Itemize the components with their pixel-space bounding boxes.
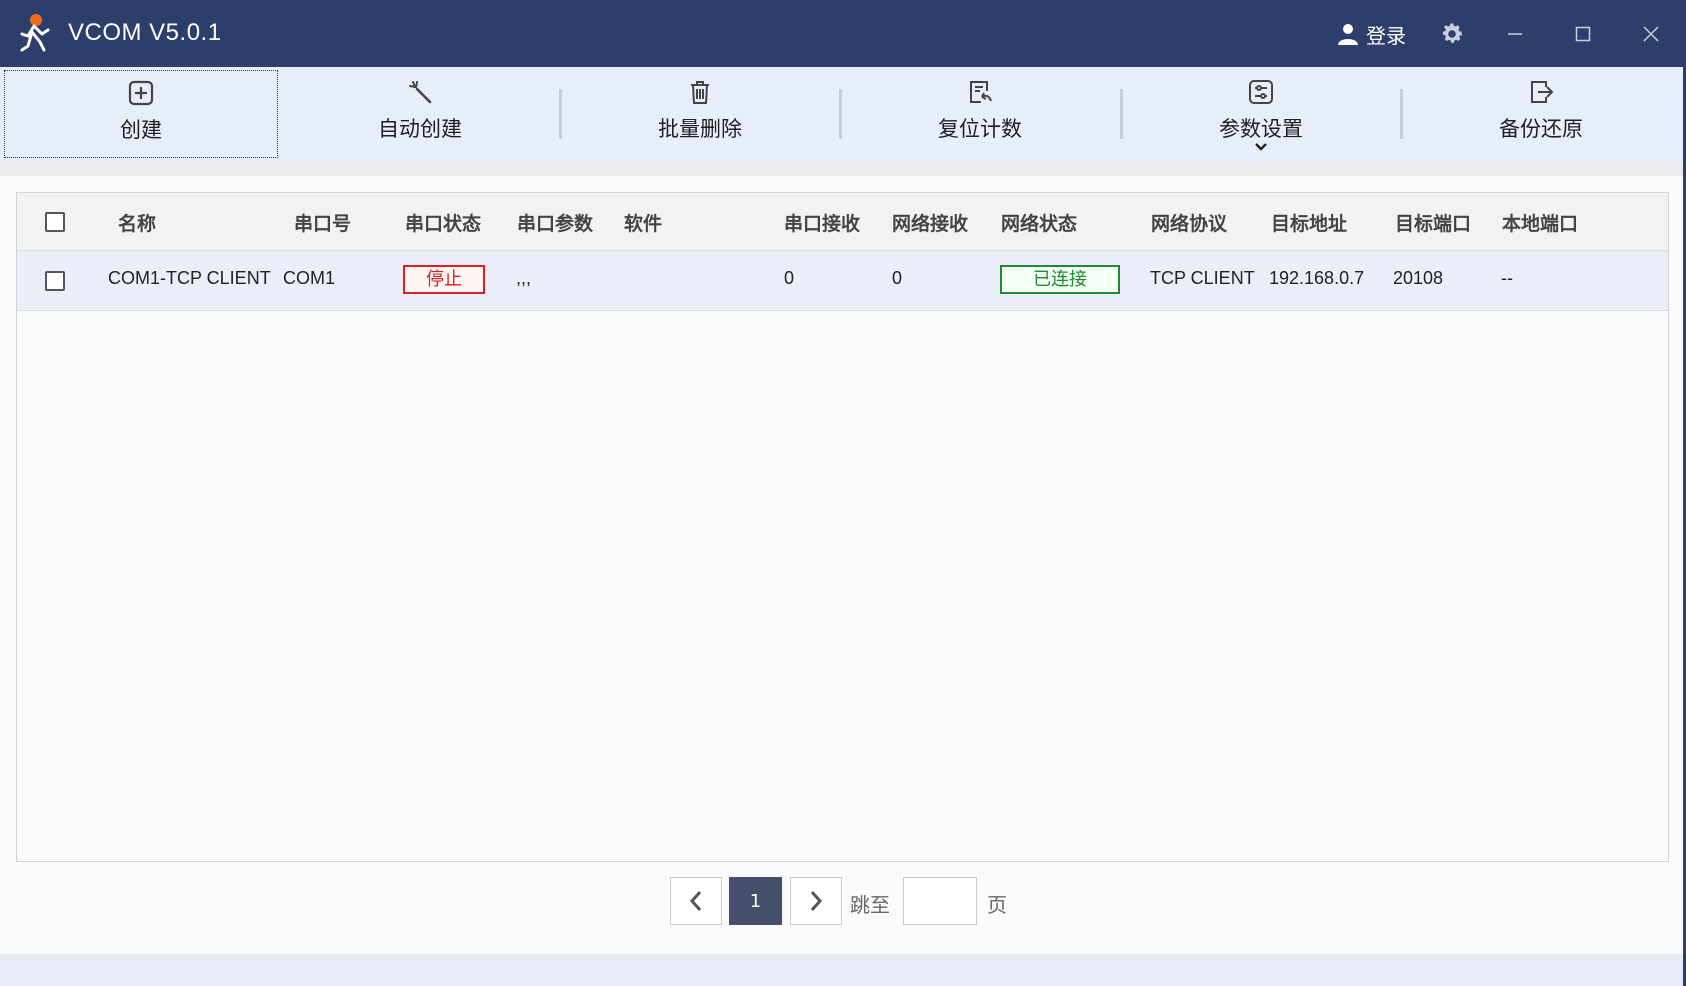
batch-delete-button[interactable]: 批量删除 — [563, 70, 837, 158]
auto-create-button[interactable]: 自动创建 — [283, 70, 557, 158]
close-icon — [1643, 26, 1659, 42]
title-bar: VCOM V5.0.1 登录 — [0, 0, 1686, 67]
magic-wand-icon — [406, 78, 434, 106]
app-title: VCOM V5.0.1 — [68, 19, 222, 46]
reset-counter-button[interactable]: 复位计数 — [843, 70, 1117, 158]
batch-delete-label: 批量删除 — [658, 117, 742, 141]
cell-net-rx: 0 — [892, 268, 903, 288]
chevron-right-icon — [810, 891, 823, 911]
header-name[interactable]: 名称 — [118, 209, 156, 236]
toolbar-separator — [559, 89, 562, 139]
param-settings-label: 参数设置 — [1219, 117, 1303, 141]
app-logo-icon — [20, 14, 50, 52]
cell-port-params: ,,, — [516, 268, 532, 288]
table-header: 名称 串口号 串口状态 串口参数 软件 串口接收 网络接收 网络状态 网络协议 … — [17, 193, 1668, 251]
header-port[interactable]: 串口号 — [294, 209, 351, 236]
chevron-down-icon — [1255, 143, 1267, 151]
port-status-badge[interactable]: 停止 — [403, 265, 485, 294]
create-label: 创建 — [120, 118, 162, 142]
chevron-left-icon — [689, 891, 702, 911]
header-port-params[interactable]: 串口参数 — [517, 209, 593, 236]
header-protocol[interactable]: 网络协议 — [1151, 209, 1227, 236]
table-row[interactable]: COM1-TCP CLIENT COM1 停止 ,,, 0 0 已连接 TCP … — [17, 251, 1668, 311]
cell-target-port: 20108 — [1393, 268, 1444, 288]
user-icon — [1338, 24, 1358, 45]
pagination: 1 跳至 页 — [0, 877, 1686, 927]
cell-target-addr: 192.168.0.7 — [1269, 268, 1365, 288]
backup-restore-icon — [1527, 78, 1555, 106]
gear-icon — [1442, 23, 1463, 43]
header-net-rx[interactable]: 网络接收 — [892, 209, 968, 236]
param-settings-button[interactable]: 参数设置 — [1124, 70, 1398, 158]
plus-square-icon — [127, 79, 155, 107]
reset-counter-icon — [966, 78, 994, 106]
create-button[interactable]: 创建 — [4, 70, 278, 158]
prev-page-button[interactable] — [670, 877, 722, 925]
header-port-status[interactable]: 串口状态 — [405, 209, 481, 236]
cell-local-port: -- — [1501, 268, 1513, 288]
reset-counter-label: 复位计数 — [938, 117, 1022, 141]
next-page-button[interactable] — [790, 877, 842, 925]
header-net-status[interactable]: 网络状态 — [1001, 209, 1077, 236]
cell-name: COM1-TCP CLIENT — [108, 268, 271, 288]
backup-restore-button[interactable]: 备份还原 — [1404, 70, 1678, 158]
cell-serial-rx: 0 — [784, 268, 795, 288]
settings-button[interactable] — [1436, 18, 1468, 50]
serial-table: 名称 串口号 串口状态 串口参数 软件 串口接收 网络接收 网络状态 网络协议 … — [16, 192, 1669, 862]
cell-protocol: TCP CLIENT — [1150, 268, 1255, 288]
minimize-icon — [1508, 33, 1522, 35]
cell-port: COM1 — [283, 268, 336, 288]
login-label: 登录 — [1366, 23, 1406, 48]
header-software[interactable]: 软件 — [624, 209, 662, 236]
auto-create-label: 自动创建 — [378, 117, 462, 141]
toolbar-separator — [839, 89, 842, 139]
row-checkbox[interactable] — [45, 271, 65, 291]
minimize-button[interactable] — [1495, 14, 1535, 54]
header-serial-rx[interactable]: 串口接收 — [784, 209, 860, 236]
main-content: 名称 串口号 串口状态 串口参数 软件 串口接收 网络接收 网络状态 网络协议 … — [0, 176, 1686, 954]
close-button[interactable] — [1631, 14, 1671, 54]
page-label: 页 — [987, 893, 1007, 917]
login-button[interactable]: 登录 — [1336, 18, 1406, 50]
header-target-port[interactable]: 目标端口 — [1395, 209, 1471, 236]
toolbar-separator — [1400, 89, 1403, 139]
goto-label: 跳至 — [850, 893, 890, 917]
maximize-icon — [1575, 26, 1591, 42]
trash-icon — [686, 78, 714, 106]
backup-restore-label: 备份还原 — [1499, 117, 1583, 141]
net-status-badge[interactable]: 已连接 — [1000, 265, 1120, 294]
goto-page-input[interactable] — [903, 877, 977, 925]
page-number-current[interactable]: 1 — [729, 877, 782, 925]
select-all-checkbox[interactable] — [45, 212, 65, 232]
toolbar-divider — [0, 162, 1686, 176]
status-bar — [0, 954, 1686, 986]
settings-sliders-icon — [1247, 78, 1275, 106]
header-target-addr[interactable]: 目标地址 — [1271, 209, 1347, 236]
toolbar: 创建 自动创建 批量删除 复位计数 参数设置 备份还原 — [0, 67, 1686, 162]
toolbar-separator — [1120, 89, 1123, 139]
maximize-button[interactable] — [1563, 14, 1603, 54]
header-local-port[interactable]: 本地端口 — [1502, 209, 1578, 236]
